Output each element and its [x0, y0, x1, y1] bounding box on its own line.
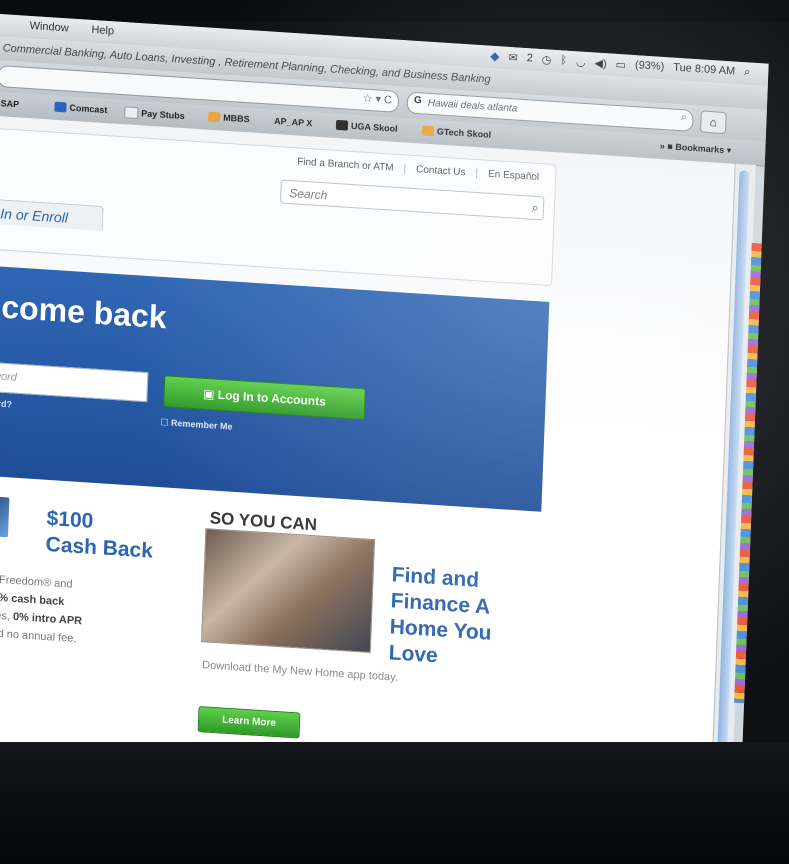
bookmark-comcast[interactable]: Comcast — [54, 101, 108, 115]
dropbox-icon[interactable]: ◆ — [490, 49, 500, 64]
menu-window[interactable]: Window — [29, 20, 69, 35]
welcome-heading: elcome back — [0, 286, 168, 336]
mail-icon[interactable]: ✉ — [508, 50, 518, 64]
bookmarks-menu[interactable]: » ■ Bookmarks ▾ — [660, 141, 732, 157]
search-icon[interactable]: ⌕ — [531, 200, 539, 216]
battery-icon[interactable]: ▭ — [615, 57, 626, 71]
bookmark-gtech[interactable]: GTech Skool — [421, 125, 491, 140]
comcast-icon — [54, 101, 67, 113]
time-machine-icon[interactable]: ◷ — [542, 53, 552, 67]
cash-back-description: ase Freedom® and ay 5% cash back gories,… — [0, 573, 83, 646]
monitor-bezel-top — [0, 0, 789, 22]
lock-icon: ▣ — [202, 386, 215, 402]
bookmark-mbbs[interactable]: MBBS — [208, 111, 250, 124]
espanol-link[interactable]: En Español — [488, 169, 539, 183]
battery-percent: (93%) — [634, 59, 665, 73]
reload-icon[interactable]: ☆ ▾ C — [362, 92, 392, 107]
password-field[interactable]: word — [0, 361, 149, 403]
bookmark-ap[interactable]: AP_AP X — [274, 116, 313, 128]
cash-back-title[interactable]: $100 Cash Back — [45, 506, 154, 565]
bluetooth-icon[interactable]: ᛒ — [560, 54, 567, 66]
site-search-input[interactable]: Search ⌕ — [279, 179, 545, 221]
credit-card-image — [0, 495, 10, 538]
home-button[interactable]: ⌂ — [699, 110, 727, 135]
page-icon — [124, 106, 139, 120]
volume-icon[interactable]: ◀) — [594, 56, 607, 70]
browser-search-query: Hawaii deals atlanta — [427, 97, 518, 115]
search-icon[interactable]: ⌕ — [681, 112, 687, 123]
find-branch-link[interactable]: Find a Branch or ATM — [297, 156, 394, 173]
bookmark-sap[interactable]: SAP — [0, 98, 19, 109]
uga-icon — [335, 119, 349, 131]
cash-back-promo: $100 Cash Back ase Freedom® and ay 5% ca… — [0, 495, 181, 709]
screen: Window Help ◆ ✉ 2 ◷ ᛒ ◡ ◀) ▭ (93%) Tue 8… — [0, 14, 769, 854]
login-hero: elcome back word word? ▣ Log In to Accou… — [0, 265, 550, 512]
login-button-label: Log In to Accounts — [217, 387, 327, 409]
wifi-icon[interactable]: ◡ — [576, 55, 586, 69]
learn-more-button[interactable]: Learn More — [197, 706, 301, 739]
remember-me-checkbox[interactable]: ☐ Remember Me — [160, 417, 232, 433]
utility-links: Find a Branch or ATM | Contact Us | En E… — [296, 156, 540, 184]
spotlight-icon[interactable]: ⌕ — [744, 66, 751, 79]
monitor-bezel-bottom — [0, 742, 789, 864]
site-search-placeholder: Search — [289, 185, 328, 203]
folder-icon — [208, 111, 221, 123]
menu-help[interactable]: Help — [91, 24, 114, 37]
menu-clock[interactable]: Tue 8:09 AM — [673, 62, 735, 78]
google-icon: G — [413, 94, 422, 107]
site-header: Find a Branch or ATM | Contact Us | En E… — [0, 127, 557, 287]
bookmark-pay-stubs[interactable]: Pay Stubs — [124, 106, 185, 122]
sign-in-tab[interactable]: In or Enroll — [0, 198, 104, 232]
login-button[interactable]: ▣ Log In to Accounts — [163, 375, 366, 421]
password-placeholder: word — [0, 370, 18, 384]
sign-in-tab-label: In or Enroll — [0, 205, 69, 226]
home-finance-title[interactable]: Find and Finance A Home You Love — [388, 562, 494, 673]
contact-us-link[interactable]: Contact Us — [416, 164, 466, 178]
forgot-password-link[interactable]: word? — [0, 398, 12, 410]
bookmark-uga[interactable]: UGA Skool — [335, 119, 398, 134]
mail-count-badge: 2 — [526, 52, 534, 65]
folder-icon — [421, 125, 435, 137]
couple-photo — [201, 528, 376, 654]
